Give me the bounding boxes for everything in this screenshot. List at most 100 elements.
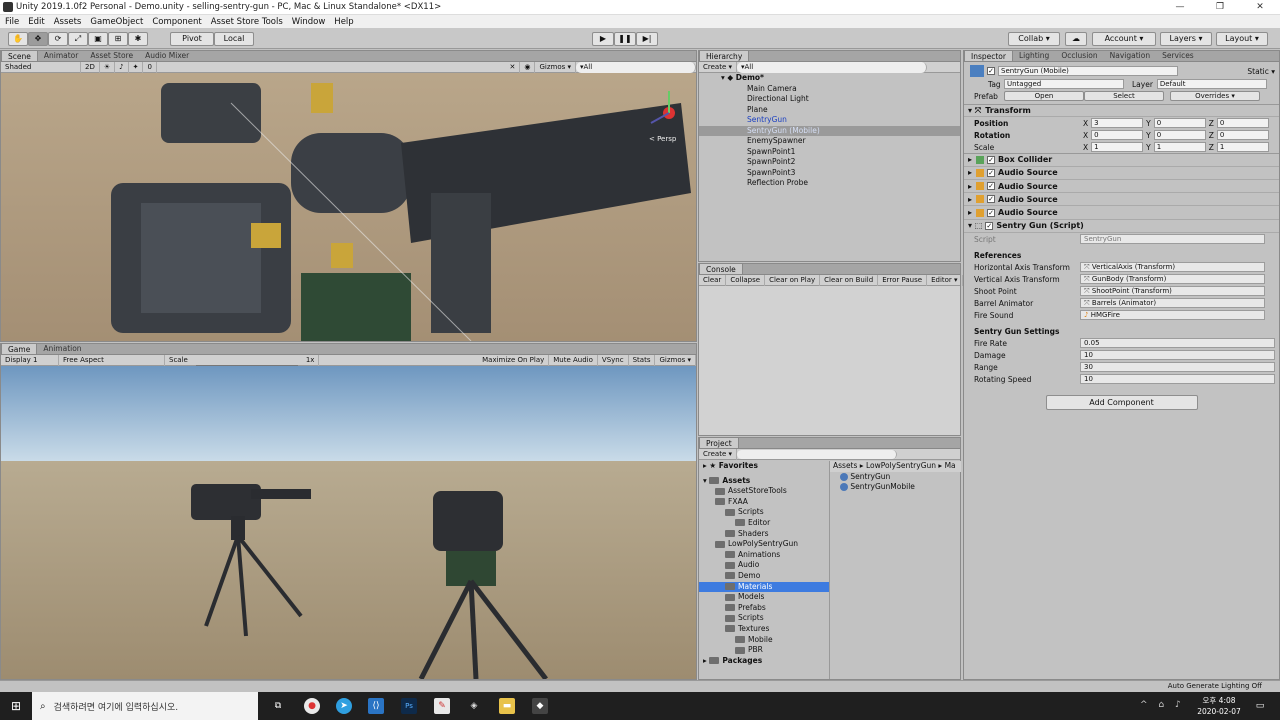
component-header[interactable]: ▸ ✓ Audio Source bbox=[964, 206, 1279, 220]
component-header[interactable]: ▸ ✓ Audio Source bbox=[964, 180, 1279, 194]
pause-icon[interactable]: ❚❚ bbox=[614, 32, 636, 46]
hierarchy-item[interactable]: SpawnPoint3 bbox=[699, 168, 960, 179]
breadcrumb-lowpolysentrygun[interactable]: LowPolySentryGun bbox=[866, 461, 936, 470]
project-folder-selected[interactable]: Materials bbox=[699, 581, 829, 593]
play-icon[interactable]: ▶ bbox=[592, 32, 614, 46]
tray-icons[interactable]: ^ ⌂ ♪ bbox=[1140, 700, 1185, 710]
lighting-toggle-icon[interactable]: ☀ bbox=[100, 61, 116, 73]
transform-scale-y-field[interactable]: 1 bbox=[1153, 142, 1206, 153]
rotate-tool-icon[interactable]: ⟳ bbox=[48, 32, 68, 46]
start-icon[interactable]: ⊞ bbox=[8, 698, 24, 714]
scene-viewport[interactable]: < Persp bbox=[1, 73, 696, 341]
scene-root-demo[interactable]: ▾ ◆ Demo* bbox=[699, 73, 960, 84]
project-folder[interactable]: Mobile bbox=[699, 635, 829, 646]
console-clear-on-build-button[interactable]: Clear on Build bbox=[820, 274, 879, 286]
menu-edit[interactable]: Edit bbox=[28, 17, 44, 27]
prefab-select-button[interactable]: Select bbox=[1084, 91, 1164, 101]
menu-window[interactable]: Window bbox=[292, 17, 326, 27]
component-header[interactable]: ▸ ✓ Audio Source bbox=[964, 167, 1279, 180]
persp-label[interactable]: < Persp bbox=[649, 135, 677, 143]
tab-project[interactable]: Project bbox=[699, 437, 739, 448]
project-folder[interactable]: Editor bbox=[699, 518, 829, 529]
hierarchy-item[interactable]: SentryGun bbox=[699, 115, 960, 126]
transform-rotation-x-field[interactable]: 0 bbox=[1091, 130, 1144, 141]
rect-tool-icon[interactable]: ▣ bbox=[88, 32, 108, 46]
project-folder[interactable]: Models bbox=[699, 592, 829, 603]
console-clear-button[interactable]: Clear bbox=[699, 274, 727, 286]
reference-field[interactable]: ♪ HMGFire bbox=[1080, 310, 1265, 321]
project-create-button[interactable]: Create ▾ bbox=[699, 448, 737, 460]
expand-arrow-icon[interactable]: ▸ bbox=[964, 182, 972, 191]
prefab-open-button[interactable]: Open bbox=[1004, 91, 1084, 101]
vsync-button[interactable]: VSync bbox=[598, 354, 629, 366]
unity-taskbar-icon[interactable]: ◆ bbox=[532, 698, 548, 714]
transform-position-x-field[interactable]: 3 bbox=[1091, 118, 1144, 129]
game-gizmos-dropdown[interactable]: Gizmos ▾ bbox=[655, 354, 696, 366]
menu-asset-store-tools[interactable]: Asset Store Tools bbox=[211, 17, 283, 27]
tab-lighting[interactable]: Lighting bbox=[1013, 50, 1055, 61]
gizmos-dropdown[interactable]: Gizmos ▾ bbox=[535, 61, 576, 73]
hierarchy-item-selected[interactable]: SentryGun (Mobile) bbox=[699, 125, 960, 136]
project-folder[interactable]: Textures bbox=[699, 624, 829, 635]
tab-asset-store[interactable]: Asset Store bbox=[84, 50, 139, 61]
unity-hub-icon[interactable]: ◈ bbox=[466, 698, 482, 714]
reference-field[interactable]: ⤧ Barrels (Animator) bbox=[1080, 298, 1265, 309]
aspect-dropdown[interactable]: Free Aspect bbox=[59, 354, 165, 366]
project-folder[interactable]: Shaders bbox=[699, 529, 829, 540]
setting-field[interactable]: 10 bbox=[1080, 350, 1275, 361]
tab-animator[interactable]: Animator bbox=[38, 50, 84, 61]
setting-field[interactable]: 30 bbox=[1080, 362, 1275, 373]
notification-icon[interactable]: ▭ bbox=[1252, 698, 1268, 714]
active-checkbox[interactable]: ✓ bbox=[987, 67, 995, 75]
layers-button[interactable]: Layers ▾ bbox=[1160, 32, 1212, 46]
sentry-gun-script-header[interactable]: ▾ ⬚ ✓ Sentry Gun (Script) bbox=[964, 220, 1279, 234]
camera-icon[interactable]: ◉ bbox=[520, 61, 536, 73]
tab-audio-mixer[interactable]: Audio Mixer bbox=[139, 50, 195, 61]
project-folder[interactable]: FXAA bbox=[699, 497, 829, 508]
tab-game[interactable]: Game bbox=[1, 343, 38, 354]
assets-root-item[interactable]: ▾ Assets bbox=[699, 476, 829, 487]
telegram-icon[interactable]: ➤ bbox=[336, 698, 352, 714]
static-dropdown[interactable]: Static ▾ bbox=[1247, 67, 1275, 76]
project-folder[interactable]: AssetStoreTools bbox=[699, 486, 829, 497]
menu-help[interactable]: Help bbox=[334, 17, 353, 27]
breadcrumb-assets[interactable]: Assets bbox=[833, 461, 857, 470]
audio-toggle-icon[interactable]: ♪ bbox=[115, 61, 129, 73]
tab-inspector[interactable]: Inspector bbox=[964, 50, 1013, 61]
tab-hierarchy[interactable]: Hierarchy bbox=[699, 50, 750, 61]
hierarchy-create-button[interactable]: Create ▾ bbox=[699, 61, 737, 73]
expand-arrow-icon[interactable]: ▸ bbox=[964, 195, 972, 204]
transform-rotation-z-field[interactable]: 0 bbox=[1216, 130, 1269, 141]
hierarchy-item[interactable]: SpawnPoint1 bbox=[699, 147, 960, 158]
chrome-icon[interactable]: ● bbox=[304, 698, 320, 714]
project-folder[interactable]: LowPolySentryGun bbox=[699, 539, 829, 550]
minimize-icon[interactable]: — bbox=[1160, 0, 1200, 15]
hierarchy-item[interactable]: Directional Light bbox=[699, 94, 960, 105]
prefab-overrides-dropdown[interactable]: Overrides ▾ bbox=[1170, 91, 1260, 101]
layout-button[interactable]: Layout ▾ bbox=[1216, 32, 1268, 46]
project-folder[interactable]: Scripts bbox=[699, 613, 829, 624]
2d-toggle[interactable]: 2D bbox=[81, 61, 100, 73]
hierarchy-item[interactable]: Reflection Probe bbox=[699, 178, 960, 189]
game-viewport[interactable] bbox=[1, 366, 696, 679]
move-tool-icon[interactable]: ✥ bbox=[28, 32, 48, 46]
file-item[interactable]: SentryGunMobile bbox=[830, 482, 961, 493]
console-editor-dropdown[interactable]: Editor ▾ bbox=[927, 274, 963, 286]
component-enable-checkbox[interactable]: ✓ bbox=[987, 168, 996, 177]
vscode-icon[interactable]: ⟨⟩ bbox=[368, 698, 384, 714]
photoshop-icon[interactable]: Ps bbox=[401, 698, 417, 714]
tab-navigation[interactable]: Navigation bbox=[1104, 50, 1156, 61]
component-header[interactable]: ▸ ✓ Audio Source bbox=[964, 193, 1279, 207]
console-error-pause-button[interactable]: Error Pause bbox=[878, 274, 928, 286]
script-enable-checkbox[interactable]: ✓ bbox=[985, 221, 994, 230]
task-view-icon[interactable]: ⧉ bbox=[270, 698, 286, 714]
favorites-item[interactable]: ▸ ★ Favorites bbox=[699, 461, 829, 472]
display-dropdown[interactable]: Display 1 bbox=[1, 354, 59, 366]
transform-rotation-y-field[interactable]: 0 bbox=[1153, 130, 1206, 141]
component-enable-checkbox[interactable]: ✓ bbox=[987, 195, 996, 204]
taskbar-search[interactable]: ⌕ 검색하려면 여기에 입력하십시오. bbox=[32, 692, 258, 720]
stats-button[interactable]: Stats bbox=[629, 354, 656, 366]
transform-scale-x-field[interactable]: 1 bbox=[1091, 142, 1144, 153]
breadcrumb-materials[interactable]: Ma bbox=[945, 461, 956, 470]
object-name-field[interactable]: SentryGun (Mobile) bbox=[998, 66, 1178, 76]
